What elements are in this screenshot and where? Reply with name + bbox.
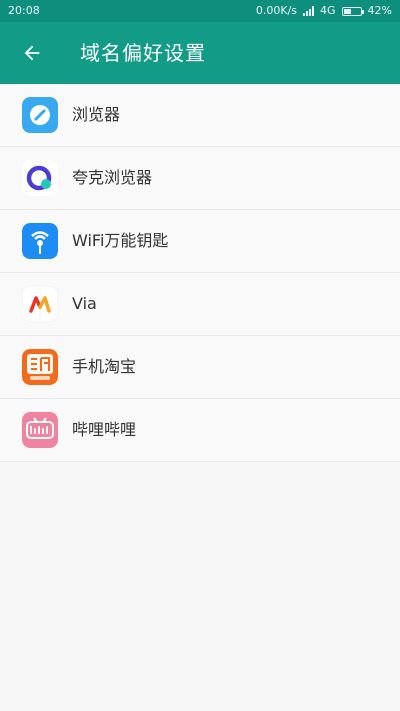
quark-icon (22, 160, 58, 196)
status-time: 20:08 (8, 4, 40, 17)
wifi-key-icon (22, 223, 58, 259)
battery-icon (341, 6, 364, 16)
list-item-label: 手机淘宝 (72, 357, 137, 376)
bilibili-icon (22, 412, 58, 448)
signal-icon (303, 6, 315, 16)
list-item-quark[interactable]: 夸克浏览器 (0, 147, 400, 210)
list-item-wifi-key[interactable]: WiFi万能钥匙 (0, 210, 400, 273)
list-item-bilibili[interactable]: 哔哩哔哩 (0, 399, 400, 462)
app-list: 浏览器 夸克浏览器 WiFi万能钥匙 Via 手机淘宝 哔哩哔哩 (0, 84, 400, 462)
list-item-taobao[interactable]: 手机淘宝 (0, 336, 400, 399)
status-indicators: 0.00K/s 4G 42% (256, 0, 392, 22)
list-item-label: Via (72, 294, 97, 313)
network-type: 4G (320, 4, 336, 17)
list-item-label: 哔哩哔哩 (72, 420, 137, 439)
list-item-label: 浏览器 (72, 105, 121, 124)
list-item-via[interactable]: Via (0, 273, 400, 336)
list-item-label: WiFi万能钥匙 (72, 231, 169, 250)
browser-icon (22, 97, 58, 133)
app-bar: 域名偏好设置 (0, 22, 400, 84)
back-button[interactable] (14, 35, 50, 71)
list-item-browser[interactable]: 浏览器 (0, 84, 400, 147)
via-icon (22, 286, 58, 322)
battery-percent: 42% (367, 4, 392, 17)
network-speed: 0.00K/s (255, 4, 298, 17)
list-item-label: 夸克浏览器 (72, 168, 153, 187)
status-bar: 20:08 0.00K/s 4G 42% (0, 0, 400, 22)
taobao-icon (22, 349, 58, 385)
page-title: 域名偏好设置 (80, 41, 206, 65)
arrow-left-icon (24, 45, 40, 61)
